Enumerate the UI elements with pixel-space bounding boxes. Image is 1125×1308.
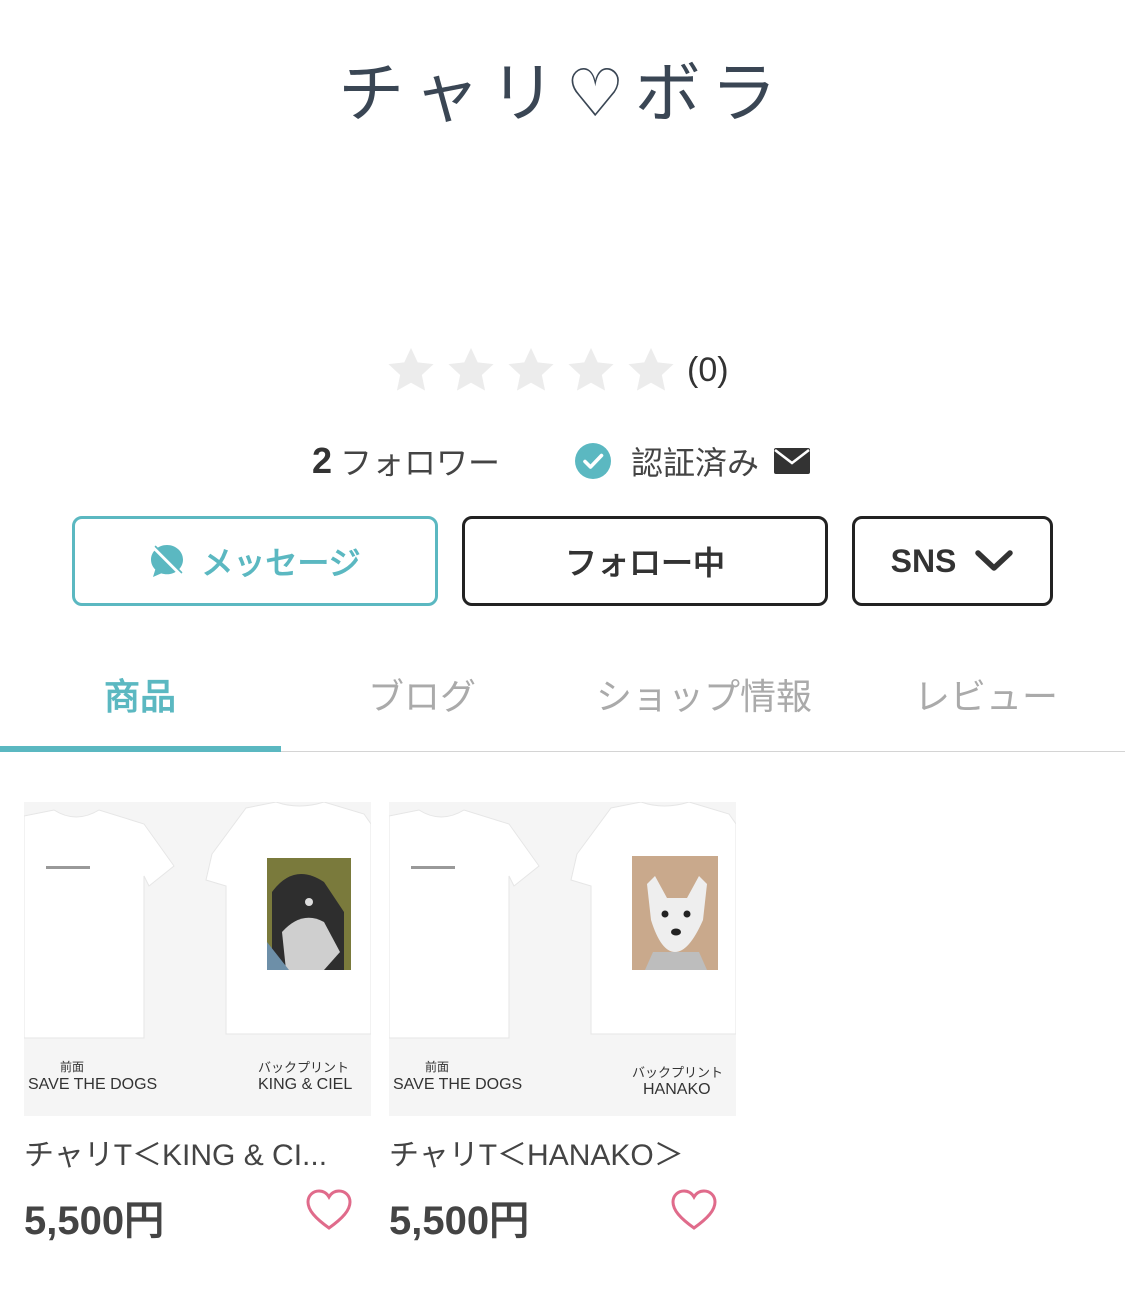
product-image[interactable]: 前面 SAVE THE DOGS バックプリント KING & CIEL	[24, 802, 371, 1116]
followers-count: 2	[312, 440, 333, 481]
back-title: HANAKO	[643, 1081, 711, 1098]
back-title: KING & CIEL	[258, 1076, 353, 1093]
followers-label: フォロワー	[340, 444, 501, 482]
verification-label: 認証済み	[631, 444, 760, 482]
followers[interactable]: 2 フォロワー	[312, 436, 500, 486]
shop-tabs: 商品 ブログ ショップ情報 レビュー	[0, 650, 1125, 752]
back-caption: バックプリント	[258, 1060, 350, 1075]
star-icon	[385, 344, 437, 396]
follow-button-label: フォロー中	[564, 544, 725, 582]
product-price: 5,500円	[389, 1199, 530, 1243]
sns-dropdown-button[interactable]: SNS	[852, 516, 1053, 606]
price-row: 5,500円	[389, 1188, 736, 1248]
tab-products[interactable]: 商品	[104, 668, 176, 720]
mail-icon	[774, 448, 811, 474]
tab-blog[interactable]: ブログ	[368, 668, 476, 720]
front-caption: 前面	[60, 1060, 85, 1074]
star-icon	[445, 344, 497, 396]
front-title: SAVE THE DOGS	[393, 1076, 523, 1093]
product-card[interactable]: 前面 SAVE THE DOGS バックプリント HANAKO チャリT＜HAN…	[389, 802, 736, 1248]
message-button[interactable]: メッセージ	[72, 516, 438, 606]
front-caption: 前面	[425, 1060, 450, 1074]
star-icon	[625, 344, 677, 396]
sns-button-label: SNS	[890, 542, 957, 579]
chat-bubble-icon	[151, 545, 184, 577]
tab-shop-info[interactable]: ショップ情報	[596, 668, 812, 720]
back-caption: バックプリント	[632, 1065, 724, 1080]
price-row: 5,500円	[24, 1188, 371, 1248]
rating-stars	[385, 344, 677, 396]
tab-reviews[interactable]: レビュー	[914, 668, 1058, 720]
product-card[interactable]: 前面 SAVE THE DOGS バックプリント KING & CIEL チャリ…	[24, 802, 371, 1248]
shop-rating[interactable]: (0)	[385, 340, 729, 400]
star-icon	[505, 344, 557, 396]
rating-count: (0)	[687, 350, 729, 389]
message-button-label: メッセージ	[201, 544, 361, 582]
product-price: 5,500円	[24, 1199, 165, 1243]
product-name[interactable]: チャリT＜KING & CI...	[24, 1130, 369, 1174]
shop-meta: 2 フォロワー 認証済み	[0, 436, 1125, 486]
heart-icon[interactable]	[305, 1188, 353, 1232]
verification-status: 認証済み	[575, 436, 811, 486]
product-name[interactable]: チャリT＜HANAKO＞	[389, 1130, 734, 1174]
follow-button[interactable]: フォロー中	[462, 516, 828, 606]
heart-icon[interactable]	[670, 1188, 718, 1232]
shop-title: チャリ♡ボラ	[338, 55, 787, 132]
check-circle-icon	[575, 443, 611, 479]
active-tab-indicator	[0, 746, 281, 752]
chevron-down-icon	[975, 550, 1014, 571]
front-title: SAVE THE DOGS	[28, 1076, 158, 1093]
star-icon	[565, 344, 617, 396]
product-image[interactable]: 前面 SAVE THE DOGS バックプリント HANAKO	[389, 802, 736, 1116]
